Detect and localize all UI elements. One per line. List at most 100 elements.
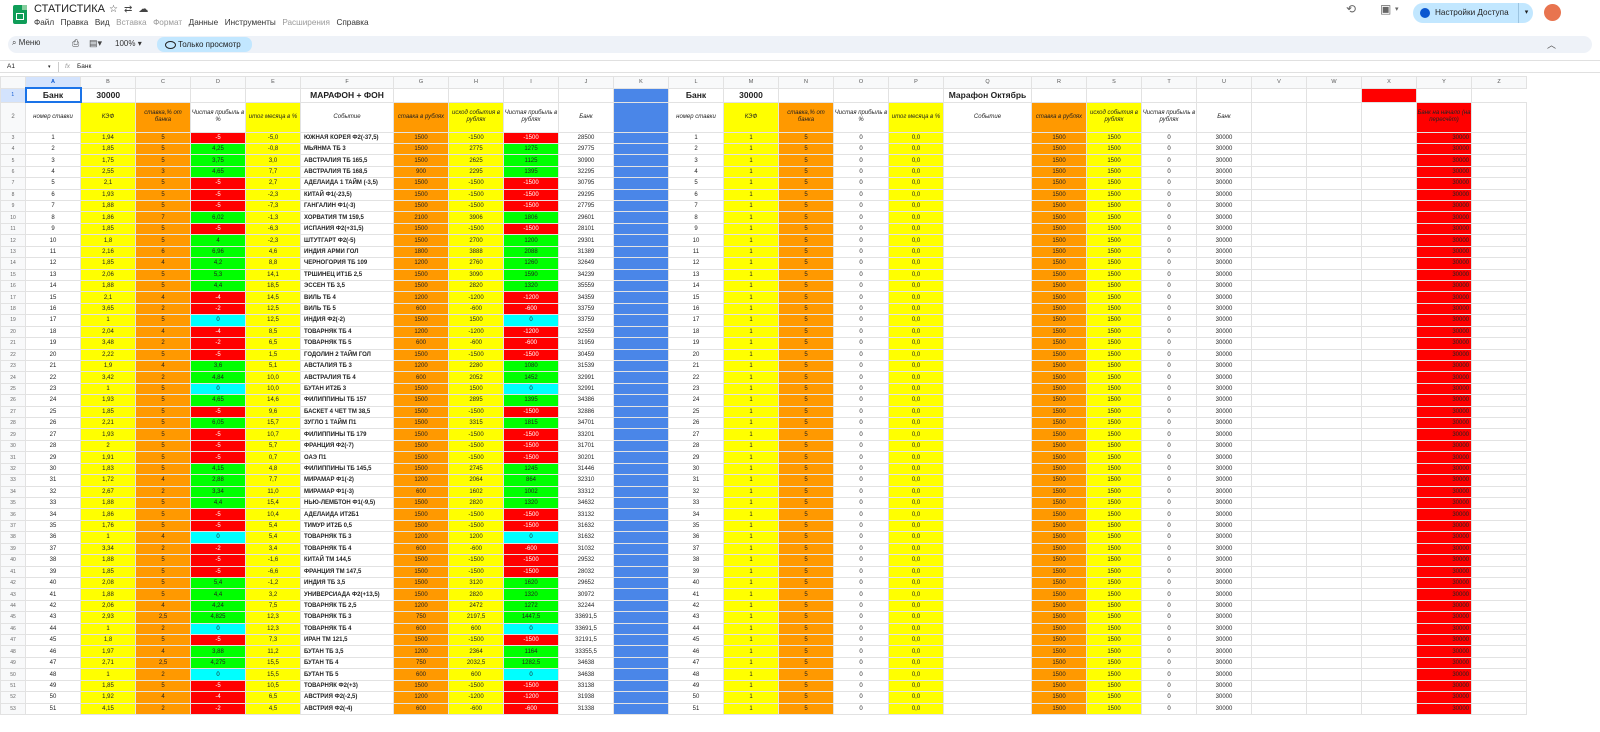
cell[interactable]: 5 bbox=[778, 611, 834, 624]
cell[interactable]: 5 bbox=[135, 394, 191, 407]
cell[interactable] bbox=[1251, 554, 1307, 567]
event-cell[interactable]: ЮЖНАЯ КОРЕЯ Ф2(-37,5) bbox=[300, 131, 394, 144]
event-cell[interactable] bbox=[943, 451, 1032, 464]
cell[interactable]: 1800 bbox=[393, 245, 449, 259]
cell[interactable]: 1500 bbox=[1086, 485, 1142, 499]
cell[interactable]: 33132 bbox=[558, 508, 614, 521]
cell[interactable]: 1,8 bbox=[80, 634, 136, 647]
cell[interactable]: 1500 bbox=[1086, 531, 1142, 544]
cell[interactable]: 2895 bbox=[448, 394, 504, 407]
cell[interactable] bbox=[1251, 405, 1307, 419]
cell[interactable]: 0,0 bbox=[888, 188, 944, 202]
cell[interactable]: 0,0 bbox=[888, 245, 944, 259]
cell[interactable]: 0,0 bbox=[888, 200, 944, 213]
cell[interactable]: 1 bbox=[723, 382, 779, 396]
header-cell[interactable]: ставка в рублях bbox=[1031, 101, 1087, 133]
cell[interactable]: 2,1 bbox=[80, 291, 136, 304]
cell[interactable]: 4,4 bbox=[190, 279, 246, 293]
blue-separator-cell[interactable] bbox=[613, 325, 669, 339]
cell[interactable]: 5,4 bbox=[190, 576, 246, 590]
cell[interactable]: 36 bbox=[25, 531, 81, 544]
cell[interactable]: 5 bbox=[778, 554, 834, 567]
cell[interactable]: 1 bbox=[723, 462, 779, 476]
cell[interactable] bbox=[1306, 371, 1362, 384]
event-cell[interactable] bbox=[943, 576, 1032, 590]
cell[interactable] bbox=[1251, 337, 1307, 350]
cell[interactable]: -4 bbox=[190, 691, 246, 704]
blue-separator-cell[interactable] bbox=[613, 622, 669, 636]
header-cell[interactable]: Банк bbox=[1196, 101, 1252, 133]
cell[interactable]: 0,0 bbox=[888, 302, 944, 316]
row-header[interactable]: 17 bbox=[0, 291, 26, 304]
cell[interactable]: -4 bbox=[190, 325, 246, 339]
cell[interactable]: 12,3 bbox=[245, 611, 301, 624]
event-cell[interactable] bbox=[943, 257, 1032, 270]
cell[interactable]: 0 bbox=[1141, 302, 1197, 316]
cell[interactable] bbox=[1251, 154, 1307, 167]
cell[interactable]: 11 bbox=[25, 245, 81, 259]
cell[interactable]: 1500 bbox=[1031, 622, 1087, 636]
cell[interactable]: 3,42 bbox=[80, 371, 136, 384]
cell[interactable]: 6 bbox=[668, 188, 724, 202]
blue-separator-cell[interactable] bbox=[613, 405, 669, 419]
cell[interactable] bbox=[1306, 439, 1362, 453]
cell[interactable]: 1500 bbox=[1031, 394, 1087, 407]
cell[interactable] bbox=[1471, 576, 1527, 590]
blue-separator-cell[interactable] bbox=[613, 234, 669, 247]
event-cell[interactable]: ЧЕРНОГОРИЯ ТБ 109 bbox=[300, 257, 394, 270]
cell[interactable]: 1 bbox=[723, 645, 779, 658]
cell[interactable] bbox=[1251, 679, 1307, 693]
cell[interactable] bbox=[888, 87, 944, 103]
cell[interactable]: 29 bbox=[25, 451, 81, 464]
cell[interactable]: 46 bbox=[25, 645, 81, 658]
cell[interactable] bbox=[1471, 588, 1527, 601]
cell[interactable]: -600 bbox=[448, 542, 504, 556]
cell[interactable]: 1500 bbox=[1086, 302, 1142, 316]
cell[interactable]: 1500 bbox=[393, 496, 449, 510]
cell[interactable]: 6,96 bbox=[190, 245, 246, 259]
cell[interactable]: 1500 bbox=[1031, 165, 1087, 179]
cell[interactable] bbox=[1471, 142, 1527, 156]
cell[interactable]: 16 bbox=[25, 302, 81, 316]
cell[interactable]: 1500 bbox=[393, 428, 449, 441]
blue-separator-cell[interactable] bbox=[613, 417, 669, 430]
cell[interactable]: 5 bbox=[778, 588, 834, 601]
event-cell[interactable]: БУТАН ТБ 4 bbox=[300, 656, 394, 670]
cell[interactable]: 1500 bbox=[1086, 165, 1142, 179]
cell[interactable]: 30000 bbox=[1196, 211, 1252, 224]
cell[interactable]: 1500 bbox=[393, 234, 449, 247]
cell[interactable]: 21 bbox=[668, 359, 724, 373]
cell[interactable]: 1806 bbox=[503, 211, 559, 224]
cell[interactable] bbox=[1306, 101, 1362, 133]
cell[interactable]: 33355,5 bbox=[558, 645, 614, 658]
cell[interactable]: 1500 bbox=[1086, 337, 1142, 350]
row-header[interactable]: 47 bbox=[0, 634, 26, 647]
cell[interactable] bbox=[1471, 337, 1527, 350]
cell[interactable]: 600 bbox=[448, 668, 504, 681]
cell[interactable]: 9 bbox=[25, 222, 81, 236]
cell[interactable]: 30000 bbox=[1416, 485, 1472, 499]
cell[interactable]: 1500 bbox=[393, 142, 449, 156]
cell[interactable] bbox=[1471, 394, 1527, 407]
row-header[interactable]: 44 bbox=[0, 599, 26, 613]
cell[interactable]: 30000 bbox=[1196, 485, 1252, 499]
cell[interactable] bbox=[1306, 679, 1362, 693]
cell[interactable]: 14 bbox=[25, 279, 81, 293]
cell[interactable] bbox=[1471, 599, 1527, 613]
cell[interactable]: 4,84 bbox=[190, 371, 246, 384]
cell[interactable]: 5 bbox=[778, 131, 834, 144]
cell[interactable] bbox=[1306, 359, 1362, 373]
cell[interactable]: 0,0 bbox=[888, 462, 944, 476]
cell[interactable]: 864 bbox=[503, 474, 559, 487]
cell[interactable]: 0 bbox=[833, 554, 889, 567]
cell[interactable]: 4 bbox=[135, 325, 191, 339]
cell[interactable]: 6 bbox=[25, 188, 81, 202]
cell[interactable]: 20 bbox=[25, 348, 81, 361]
history-icon[interactable]: ⟲ bbox=[1346, 2, 1356, 16]
cell[interactable]: 30000 bbox=[1196, 417, 1252, 430]
cell[interactable] bbox=[1306, 165, 1362, 179]
cell[interactable] bbox=[503, 87, 559, 103]
cell[interactable]: 5 bbox=[778, 165, 834, 179]
blue-separator-cell[interactable] bbox=[613, 656, 669, 670]
bank-value-cell[interactable]: 30000 bbox=[723, 87, 779, 103]
